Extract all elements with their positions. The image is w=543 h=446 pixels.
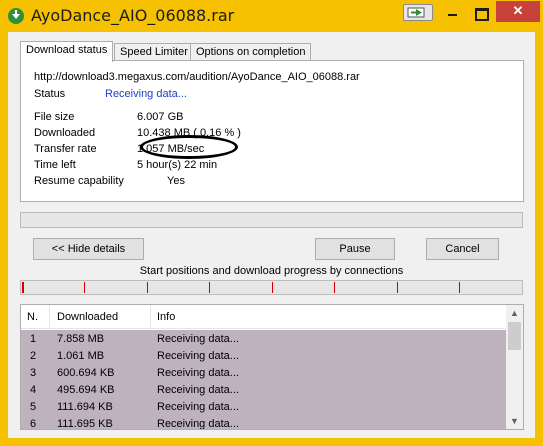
window-title: AyoDance_AIO_06088.rar [31, 6, 235, 25]
row-info: Receiving data... [157, 367, 239, 379]
tab-speed-limiter[interactable]: Speed Limiter [114, 43, 194, 61]
close-icon: ✕ [512, 3, 524, 18]
row-downloaded: 1.061 MB [57, 350, 105, 362]
time-left-value: 5 hour(s) 22 min [137, 159, 218, 171]
file-size-label: File size [34, 111, 75, 123]
row-number: 2 [30, 350, 37, 362]
table-row[interactable]: 4 495.694 KB Receiving data... [21, 381, 506, 398]
title-bar[interactable]: AyoDance_AIO_06088.rar ✕ [0, 0, 543, 32]
dialog-client-area: Download status Speed Limiter Options on… [8, 32, 535, 438]
scroll-down-icon[interactable]: ▼ [506, 413, 523, 429]
list-rows: 1 7.858 MB Receiving data... 2 1.061 MB … [21, 330, 506, 430]
row-downloaded: 111.694 KB [57, 401, 113, 413]
list-header: N. Downloaded Info [21, 305, 506, 329]
download-url: http://download3.megaxus.com/audition/Ay… [34, 71, 360, 83]
row-info: Receiving data... [157, 401, 239, 413]
table-row[interactable]: 3 600.694 KB Receiving data... [21, 364, 506, 381]
connection-marker [209, 282, 210, 293]
table-row[interactable]: 1 7.858 MB Receiving data... [21, 330, 506, 347]
download-dialog-window: AyoDance_AIO_06088.rar ✕ Download status… [0, 0, 543, 446]
connection-marker [22, 282, 24, 293]
row-downloaded: 7.858 MB [57, 333, 105, 345]
row-info: Receiving data... [157, 333, 239, 345]
column-header-number[interactable]: N. [27, 311, 38, 323]
connection-marker [459, 282, 460, 293]
idm-app-icon [8, 8, 24, 24]
row-number: 5 [30, 401, 37, 413]
connections-list[interactable]: N. Downloaded Info 1 7.858 MB Receiving … [20, 304, 524, 430]
scrollbar-thumb[interactable] [508, 322, 521, 350]
resume-capability-value: Yes [167, 175, 185, 187]
minimize-button[interactable] [439, 1, 466, 22]
tab-download-status[interactable]: Download status [20, 41, 114, 62]
row-downloaded: 495.694 KB [57, 384, 115, 396]
row-number: 3 [30, 367, 37, 379]
maximize-button[interactable] [467, 1, 494, 22]
time-left-label: Time left [34, 159, 76, 171]
row-number: 1 [30, 333, 37, 345]
column-divider[interactable] [49, 305, 50, 329]
row-info: Receiving data... [157, 418, 239, 430]
tray-arrow-icon [407, 7, 425, 18]
hide-details-button[interactable]: << Hide details [33, 238, 144, 260]
close-button[interactable]: ✕ [496, 1, 540, 22]
file-size-value: 6.007 GB [137, 111, 184, 123]
row-info: Receiving data... [157, 350, 239, 362]
status-value: Receiving data... [105, 88, 187, 100]
pause-button[interactable]: Pause [315, 238, 395, 260]
scroll-up-icon[interactable]: ▲ [506, 305, 523, 321]
connections-caption: Start positions and download progress by… [139, 265, 404, 277]
table-row[interactable]: 6 111.695 KB Receiving data... [21, 415, 506, 430]
download-status-panel: http://download3.megaxus.com/audition/Ay… [20, 60, 524, 202]
row-info: Receiving data... [157, 384, 239, 396]
downloaded-label: Downloaded [34, 127, 96, 139]
resume-capability-label: Resume capability [34, 175, 124, 187]
tab-options-on-completion[interactable]: Options on completion [190, 43, 312, 61]
column-divider[interactable] [150, 305, 151, 329]
table-row[interactable]: 5 111.694 KB Receiving data... [21, 398, 506, 415]
table-row[interactable]: 2 1.061 MB Receiving data... [21, 347, 506, 364]
overall-progress-bar [20, 212, 523, 228]
connection-marker [397, 282, 398, 293]
row-downloaded: 111.695 KB [57, 418, 113, 430]
transfer-rate-label: Transfer rate [34, 143, 97, 155]
connection-marker [272, 282, 273, 293]
row-downloaded: 600.694 KB [57, 367, 115, 379]
column-header-info[interactable]: Info [157, 311, 175, 323]
cancel-button[interactable]: Cancel [426, 238, 499, 260]
connections-progress-bar [20, 280, 523, 295]
row-number: 4 [30, 384, 37, 396]
highlight-ellipse [140, 135, 238, 159]
column-header-downloaded[interactable]: Downloaded [57, 311, 118, 323]
row-number: 6 [30, 418, 37, 430]
minimize-to-tray-button[interactable] [403, 4, 433, 21]
connection-marker [147, 282, 148, 293]
vertical-scrollbar[interactable]: ▲ ▼ [506, 305, 523, 429]
status-label: Status [34, 88, 66, 100]
connection-marker [334, 282, 335, 293]
connection-marker [84, 282, 85, 293]
